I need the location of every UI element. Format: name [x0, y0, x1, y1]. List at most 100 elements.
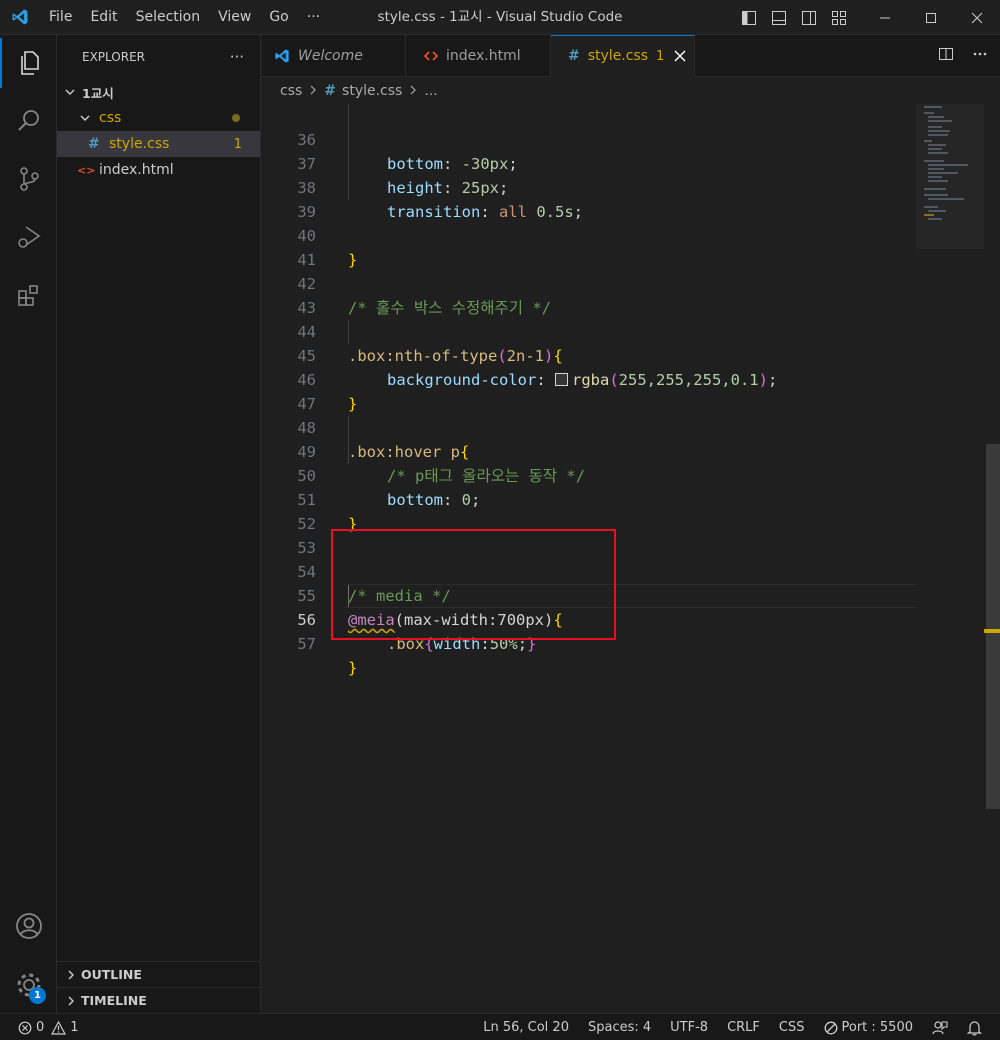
breadcrumb-folder[interactable]: css [280, 83, 302, 99]
code-line: 50 bottom: 0; [262, 440, 916, 509]
outline-section[interactable]: OUTLINE [57, 961, 261, 987]
code-line: 52 [262, 488, 916, 533]
chevron-right-icon [408, 83, 418, 99]
minimap-line [928, 218, 942, 220]
file-index-html[interactable]: <> index.html [57, 157, 260, 183]
outline-label: OUTLINE [81, 967, 142, 982]
split-editor-icon[interactable] [938, 46, 954, 66]
menu-bar: File Edit Selection View Go ··· [40, 0, 329, 35]
encoding[interactable]: UTF-8 [670, 1020, 708, 1035]
tab-label: Welcome [298, 48, 363, 64]
breadcrumb-file[interactable]: style.css [342, 83, 402, 99]
file-style-css[interactable]: # style.css 1 [57, 131, 260, 157]
timeline-section[interactable]: TIMELINE [57, 987, 261, 1013]
minimap-line [928, 144, 946, 146]
live-server-port[interactable]: Port : 5500 [824, 1020, 913, 1035]
code-line: 40 } [262, 200, 916, 269]
code-editor[interactable]: 36 bottom: -30px; 37 height: 25px; 38 tr… [262, 104, 1000, 1013]
cursor-position[interactable]: Ln 56, Col 20 [483, 1020, 569, 1035]
root-folder-label: 1교시 [82, 85, 114, 101]
menu-view[interactable]: View [209, 0, 260, 35]
explorer-header: EXPLORER ··· [57, 35, 260, 79]
more-actions-icon[interactable] [972, 46, 988, 66]
layout-controls [740, 0, 848, 35]
window-title: style.css - 1교시 - Visual Studio Code [377, 9, 623, 25]
extensions-icon[interactable] [0, 270, 57, 320]
indentation[interactable]: Spaces: 4 [588, 1020, 651, 1035]
feedback-icon[interactable] [932, 1020, 948, 1036]
html-file-icon: <> [77, 163, 96, 177]
code-line: 47 [262, 368, 916, 413]
code-line: 51 } [262, 464, 916, 533]
minimap-line [924, 140, 932, 142]
chevron-right-icon [63, 967, 79, 983]
menu-file[interactable]: File [40, 0, 81, 35]
breadcrumb: css # style.css ... [262, 78, 1000, 104]
minimize-icon[interactable] [862, 0, 908, 35]
minimap-line [928, 148, 942, 150]
minimap-line [924, 206, 938, 208]
manage-gear-icon[interactable]: 1 [0, 960, 57, 1010]
vscode-logo-icon [0, 0, 40, 35]
code-line: 36 bottom: -30px; [262, 104, 916, 173]
close-tab-icon[interactable] [674, 50, 686, 62]
activity-bar: 1 [0, 35, 57, 1013]
menu-edit[interactable]: Edit [81, 0, 126, 35]
minimap-line [928, 164, 968, 166]
run-debug-icon[interactable] [0, 212, 57, 262]
menu-go[interactable]: Go [260, 0, 297, 35]
toggle-secondary-sidebar-icon[interactable] [800, 9, 818, 27]
source-control-icon[interactable] [0, 154, 57, 204]
problems-indicator[interactable]: 0 1 [18, 1014, 79, 1040]
minimap-line [928, 120, 952, 122]
chevron-right-icon [308, 83, 318, 99]
minimap-line [928, 130, 950, 132]
tab-style-css[interactable]: # style.css 1 [551, 35, 695, 77]
scrollbar-thumb[interactable] [986, 444, 1000, 809]
folder-root[interactable]: 1교시 [57, 79, 260, 105]
folder-css[interactable]: css [57, 105, 260, 131]
explorer-more-button[interactable]: ··· [230, 48, 244, 66]
minimap-line [928, 168, 944, 170]
minimap-line [928, 198, 964, 200]
close-window-icon[interactable] [954, 0, 1000, 35]
code-line: 39 [262, 176, 916, 221]
minimap-line [928, 116, 944, 118]
toggle-panel-icon[interactable] [770, 9, 788, 27]
tab-label: index.html [446, 48, 521, 64]
code-line: 43 [262, 272, 916, 317]
chevron-down-icon [62, 84, 78, 100]
customize-layout-icon[interactable] [830, 9, 848, 27]
code-line: 46 } [262, 344, 916, 413]
css-file-icon: # [88, 136, 100, 152]
explorer-icon[interactable] [0, 38, 57, 88]
code-line: 37 height: 25px; [262, 128, 916, 197]
maximize-icon[interactable] [908, 0, 954, 35]
css-hash-icon: # [568, 48, 580, 64]
code-line: 42 /* 홀수 박스 수정해주기 */ [262, 248, 916, 317]
minimap-line [924, 112, 934, 114]
minimap[interactable] [916, 104, 984, 249]
vertical-scrollbar[interactable] [984, 104, 1000, 1013]
timeline-label: TIMELINE [81, 993, 147, 1008]
minimap-line [928, 180, 948, 182]
search-icon[interactable] [0, 96, 57, 146]
line-ending[interactable]: CRLF [727, 1020, 760, 1035]
tab-index-html[interactable]: index.html [406, 35, 551, 77]
notifications-bell-icon[interactable] [967, 1020, 982, 1036]
accounts-icon[interactable] [0, 901, 57, 951]
menu-selection[interactable]: Selection [127, 0, 210, 35]
minimap-line [928, 126, 942, 128]
language-mode[interactable]: CSS [779, 1020, 805, 1035]
tab-welcome[interactable]: Welcome [262, 35, 406, 77]
warning-marker [984, 629, 1000, 633]
code-line: 49 /* p태그 올라오는 동작 */ [262, 416, 916, 485]
minimap-line [928, 210, 946, 212]
editor-tabs: Welcome index.html # style.css 1 [262, 35, 1000, 77]
breadcrumb-symbols[interactable]: ... [424, 83, 437, 99]
status-right: Ln 56, Col 20 Spaces: 4 UTF-8 CRLF CSS P… [483, 1014, 982, 1040]
line-number: 57 [297, 635, 316, 653]
toggle-primary-sidebar-icon[interactable] [740, 9, 758, 27]
file-label: index.html [99, 162, 174, 178]
problem-count: 1 [233, 136, 242, 152]
